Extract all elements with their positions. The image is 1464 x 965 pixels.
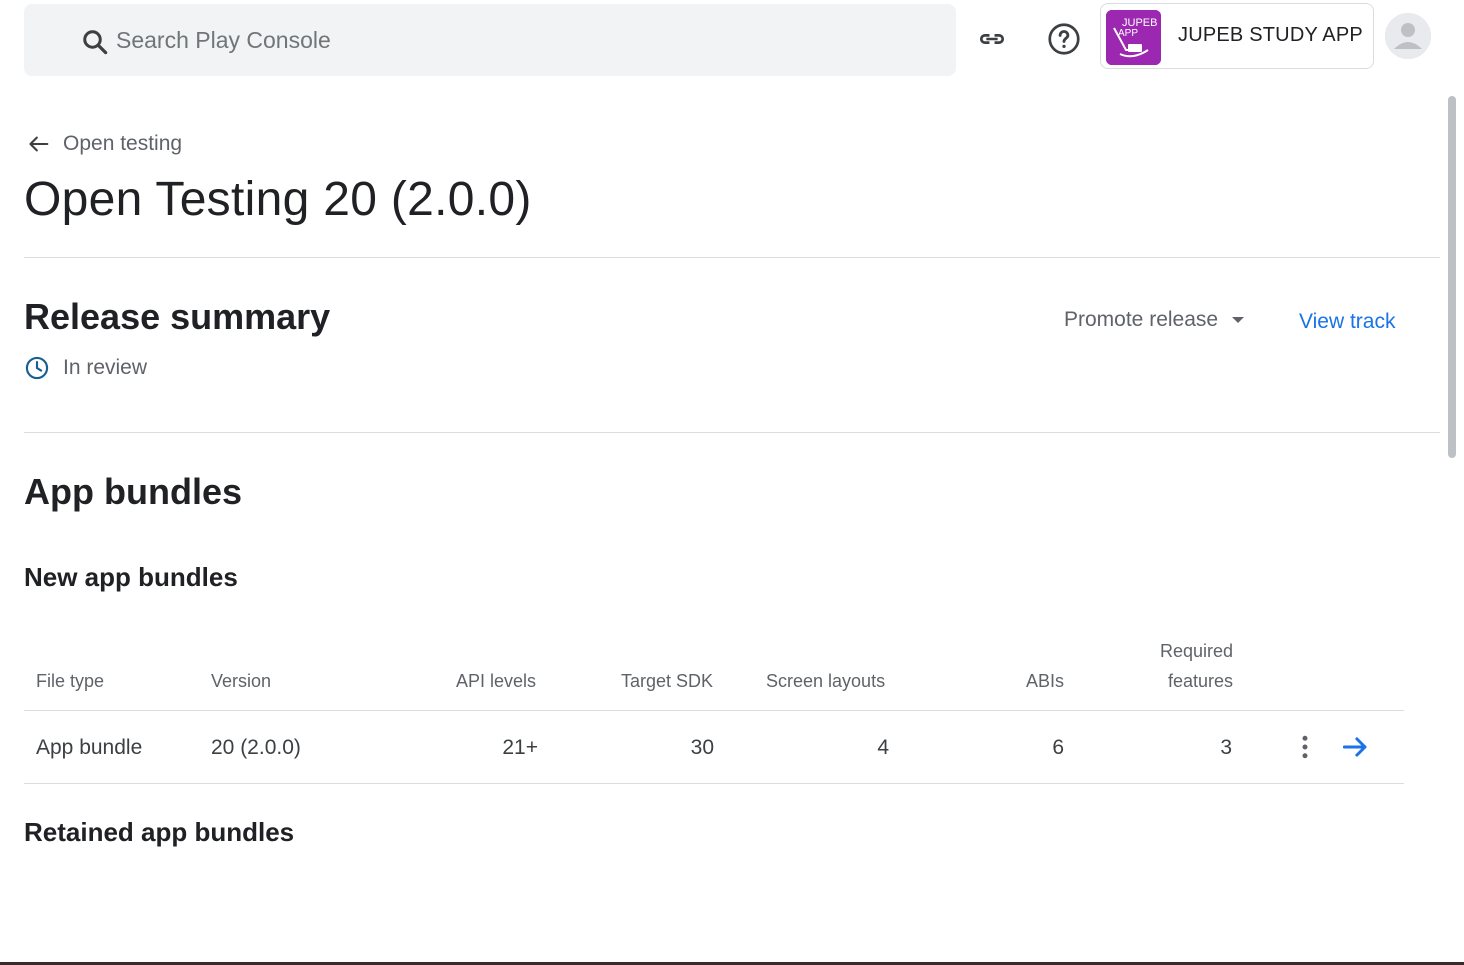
- column-header-required-features-line2: features: [1167, 671, 1233, 691]
- release-summary-title: Release summary: [24, 296, 331, 337]
- column-header-version: Version: [211, 671, 272, 691]
- more-vert-icon[interactable]: [1290, 732, 1320, 762]
- arrow-back-icon: [29, 136, 49, 152]
- column-header-target-sdk: Target SDK: [621, 671, 714, 691]
- cell-screen-layouts: 4: [877, 736, 889, 759]
- divider: [24, 432, 1440, 433]
- divider: [24, 257, 1440, 258]
- avatar[interactable]: [1385, 13, 1431, 59]
- new-app-bundles-title: New app bundles: [24, 562, 238, 592]
- promote-release-button[interactable]: Promote release: [1064, 308, 1250, 332]
- cell-api-levels: 21+: [502, 736, 538, 759]
- help-button[interactable]: [1044, 19, 1084, 59]
- column-header-abis: ABIs: [1026, 671, 1065, 691]
- app-bundles-title: App bundles: [24, 471, 242, 512]
- cell-required-features: 3: [1220, 736, 1232, 759]
- page-title: Open Testing 20 (2.0.0): [24, 173, 532, 226]
- cell-file-type: App bundle: [36, 736, 143, 759]
- back-link-label: Open testing: [63, 132, 183, 155]
- caret-down-icon: [1232, 317, 1245, 323]
- promote-release-label: Promote release: [1064, 308, 1219, 331]
- app-logo-graphic: JUPEB APP: [1106, 10, 1161, 65]
- cell-abis: 6: [1052, 736, 1064, 759]
- search-icon: [83, 30, 108, 55]
- view-track-link[interactable]: View track: [1299, 310, 1395, 334]
- release-status-label: In review: [63, 356, 148, 379]
- account-icon: [1385, 13, 1431, 59]
- cell-target-sdk: 30: [690, 736, 714, 759]
- cell-version: 20 (2.0.0): [211, 736, 301, 759]
- app-logo: JUPEB APP: [1106, 10, 1161, 65]
- link-button[interactable]: [972, 19, 1012, 59]
- clock-icon: [25, 356, 49, 380]
- svg-text:APP: APP: [1118, 28, 1138, 39]
- table-row[interactable]: App bundle 20 (2.0.0) 21+ 30 4 6 3: [24, 710, 1404, 783]
- scrollbar-thumb[interactable]: [1448, 96, 1456, 458]
- app-switcher[interactable]: JUPEB APP JUPEB STUDY APP: [1100, 3, 1374, 69]
- search-bar[interactable]: [24, 4, 956, 76]
- retained-app-bundles-title: Retained app bundles: [24, 817, 295, 847]
- column-header-api-levels: API levels: [456, 671, 537, 691]
- help-icon: [1048, 23, 1080, 55]
- search-input[interactable]: [116, 22, 916, 58]
- back-link[interactable]: Open testing: [24, 130, 182, 158]
- column-header-required-features-line1: Required: [1159, 641, 1233, 661]
- column-header-file-type: File type: [36, 671, 105, 691]
- arrow-forward-icon[interactable]: [1340, 732, 1370, 762]
- release-status: In review: [24, 355, 147, 381]
- table-divider: [24, 783, 1404, 784]
- app-name: JUPEB STUDY APP: [1178, 24, 1363, 46]
- column-header-screen-layouts: Screen layouts: [766, 671, 886, 691]
- link-icon: [979, 34, 1005, 44]
